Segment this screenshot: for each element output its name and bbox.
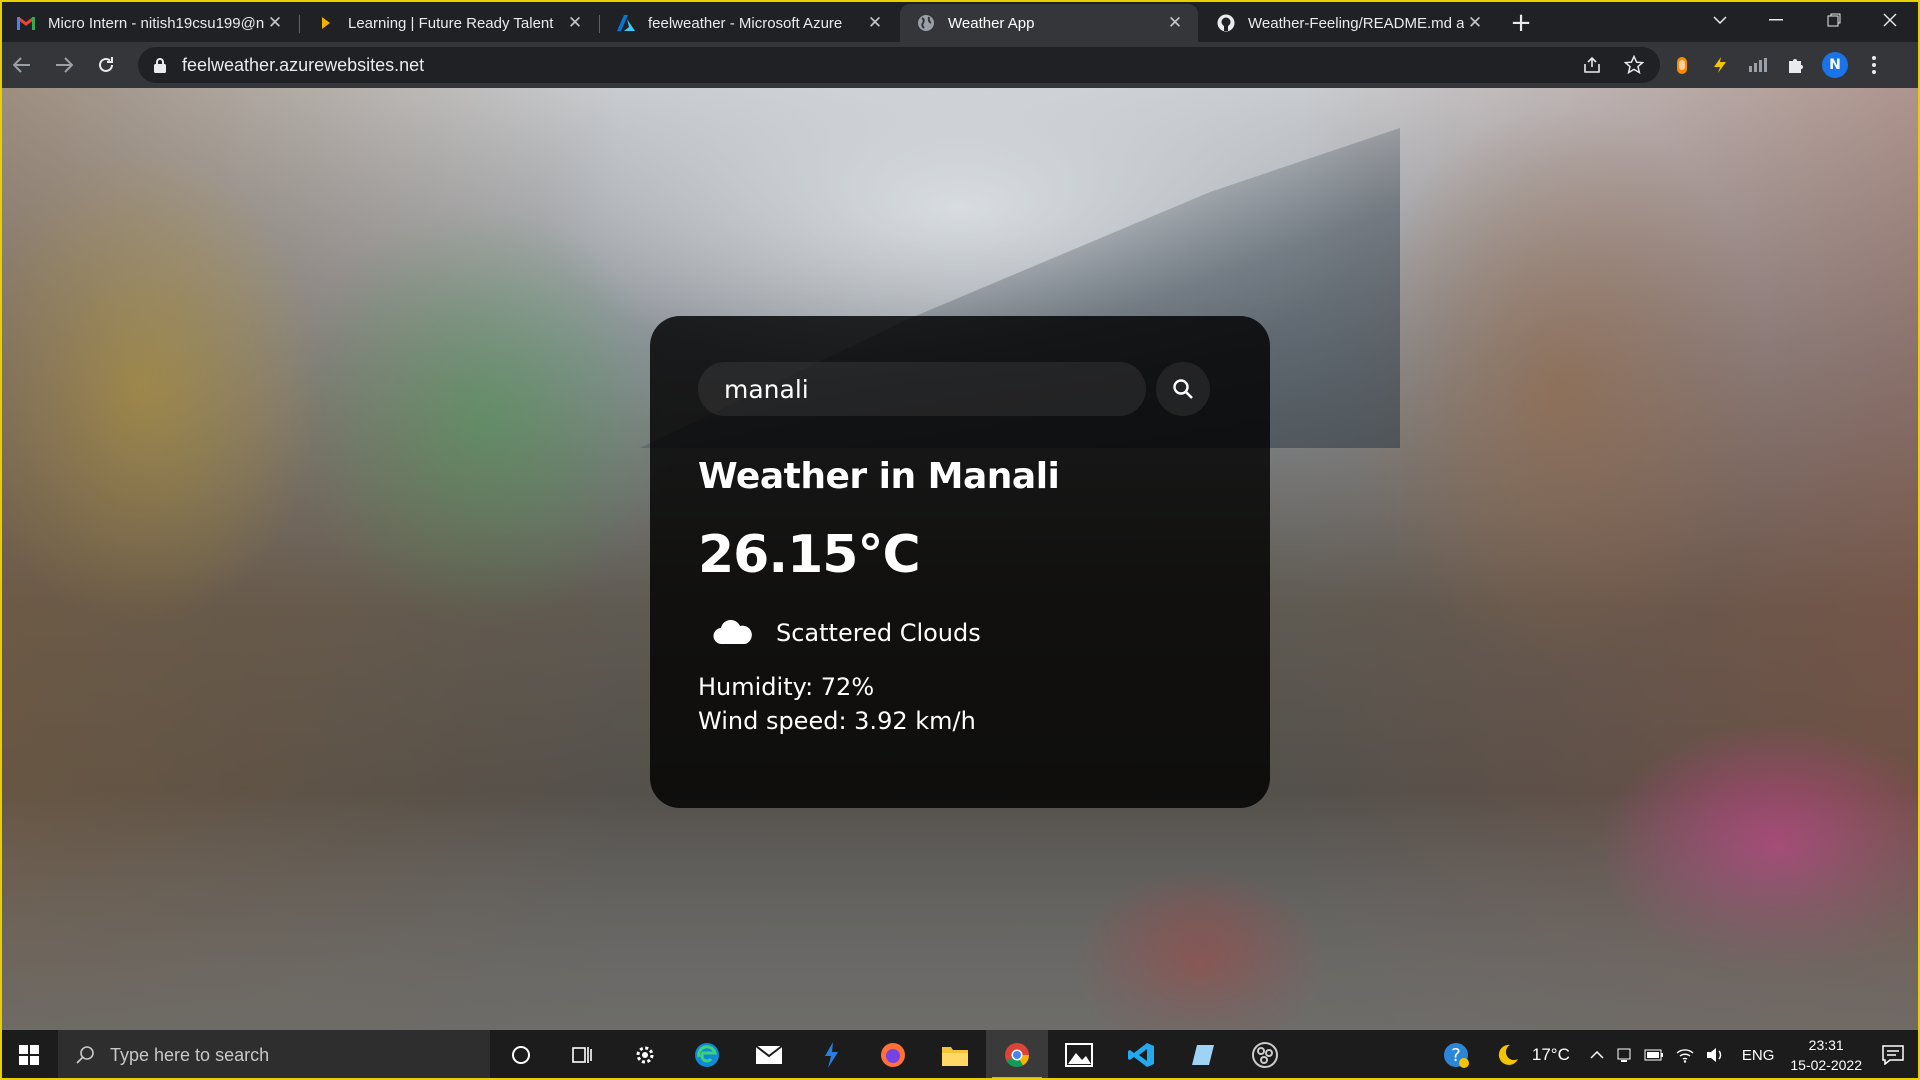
weather-description: Scattered Clouds [776, 619, 981, 647]
close-icon[interactable]: ✕ [264, 12, 286, 34]
extension-lightning-icon[interactable] [1708, 53, 1732, 77]
gmail-icon [16, 13, 36, 33]
wind-speed-text: Wind speed: 3.92 km/h [698, 707, 976, 735]
volume-icon[interactable] [1706, 1047, 1724, 1063]
clock-date: 15-02-2022 [1790, 1057, 1862, 1073]
github-icon [1216, 13, 1236, 33]
weather-card: Weather in Manali 26.15°C Scattered Clou… [650, 316, 1270, 808]
search-bar [698, 362, 1222, 416]
battery-icon[interactable] [1644, 1049, 1664, 1061]
humidity-text: Humidity: 72% [698, 673, 875, 701]
extension-stats-icon[interactable] [1746, 53, 1770, 77]
address-bar[interactable]: feelweather.azurewebsites.net [138, 47, 1660, 83]
close-icon[interactable]: ✕ [1164, 12, 1186, 34]
city-heading: Weather in Manali [698, 456, 1060, 497]
city-search-input[interactable] [698, 362, 1146, 416]
clock-time: 23:31 [1808, 1037, 1844, 1053]
weather-condition: Scattered Clouds [698, 613, 1222, 653]
firefox-icon[interactable] [862, 1030, 924, 1080]
share-icon[interactable] [1580, 53, 1604, 77]
power-automate-icon[interactable] [800, 1030, 862, 1080]
obs-icon[interactable] [1234, 1030, 1296, 1080]
temperature-value: 26.15°C [698, 525, 921, 585]
tab-azure[interactable]: feelweather - Microsoft Azure ✕ [600, 4, 898, 42]
tab-strip: Micro Intern - nitish19csu199@n ✕ Learni… [0, 0, 1920, 42]
tab-title: Micro Intern - nitish19csu199@n [48, 14, 264, 32]
azure-icon [616, 13, 636, 33]
taskbar-search-placeholder: Type here to search [110, 1044, 270, 1065]
url-text: feelweather.azurewebsites.net [182, 54, 425, 75]
weather-moon-icon[interactable] [1496, 1043, 1520, 1067]
tab-title: Learning | Future Ready Talent [348, 14, 554, 32]
tab-weather-app[interactable]: Weather App ✕ [900, 4, 1198, 42]
profile-avatar[interactable]: N [1822, 52, 1848, 78]
chevron-up-icon[interactable] [1590, 1051, 1604, 1059]
vscode-icon[interactable] [1110, 1030, 1172, 1080]
reload-icon[interactable] [86, 45, 126, 85]
system-tray: ? 17°C ENG 23:31 15-02-2022 [1436, 1030, 1920, 1080]
tab-title: Weather-Feeling/README.md at [1248, 14, 1464, 32]
tab-github[interactable]: Weather-Feeling/README.md at ✕ [1200, 4, 1498, 42]
back-icon[interactable] [2, 45, 42, 85]
meet-now-icon[interactable] [1616, 1047, 1632, 1063]
search-button[interactable] [1156, 362, 1210, 416]
help-icon[interactable]: ? [1442, 1041, 1470, 1069]
tab-title: feelweather - Microsoft Azure [648, 14, 843, 32]
language-indicator[interactable]: ENG [1742, 1047, 1775, 1064]
photos-icon[interactable] [1048, 1030, 1110, 1080]
mail-icon[interactable] [738, 1030, 800, 1080]
system-clock[interactable]: 23:31 15-02-2022 [1790, 1035, 1862, 1075]
edge-browser-icon[interactable] [676, 1030, 738, 1080]
close-icon[interactable]: ✕ [564, 12, 586, 34]
settings-gear-icon[interactable] [614, 1030, 676, 1080]
notifications-icon[interactable] [1882, 1045, 1904, 1065]
extension-honey-icon[interactable] [1670, 53, 1694, 77]
close-window-icon[interactable] [1862, 0, 1918, 40]
windows-taskbar: Type here to search ? 17°C ENG 23:31 15-… [0, 1030, 1920, 1080]
new-tab-button[interactable]: + [1504, 6, 1538, 40]
notepad-app-icon[interactable] [1172, 1030, 1234, 1080]
chrome-icon[interactable] [986, 1030, 1048, 1080]
restore-icon[interactable] [1806, 0, 1862, 40]
cortana-icon[interactable] [490, 1030, 552, 1080]
background-photo-street [0, 788, 1920, 1030]
tab-search-chevron-icon[interactable] [1692, 0, 1748, 40]
close-icon[interactable]: ✕ [864, 12, 886, 34]
extensions-puzzle-icon[interactable] [1784, 53, 1808, 77]
bookmark-star-icon[interactable] [1622, 53, 1646, 77]
taskbar-search-box[interactable]: Type here to search [58, 1030, 490, 1080]
menu-kebab-icon[interactable] [1862, 53, 1886, 77]
globe-icon [916, 13, 936, 33]
tab-title: Weather App [948, 14, 1035, 32]
tab-gmail[interactable]: Micro Intern - nitish19csu199@n ✕ [0, 4, 300, 42]
windows-start-icon[interactable] [0, 1030, 58, 1080]
lock-icon[interactable] [152, 57, 168, 73]
search-icon [1173, 379, 1193, 399]
wifi-icon[interactable] [1676, 1047, 1694, 1063]
browser-toolbar: feelweather.azurewebsites.net N [0, 42, 1920, 88]
minimize-icon[interactable] [1748, 0, 1804, 40]
close-icon[interactable]: ✕ [1464, 12, 1486, 34]
taskbar-weather-temp[interactable]: 17°C [1532, 1045, 1570, 1065]
forward-icon[interactable] [44, 45, 84, 85]
learning-icon [316, 13, 336, 33]
tab-learning[interactable]: Learning | Future Ready Talent ✕ [300, 4, 600, 42]
cloud-icon [706, 613, 760, 653]
web-page: Weather in Manali 26.15°C Scattered Clou… [0, 88, 1920, 1030]
file-explorer-icon[interactable] [924, 1030, 986, 1080]
search-icon [76, 1046, 94, 1064]
task-view-icon[interactable] [552, 1030, 614, 1080]
